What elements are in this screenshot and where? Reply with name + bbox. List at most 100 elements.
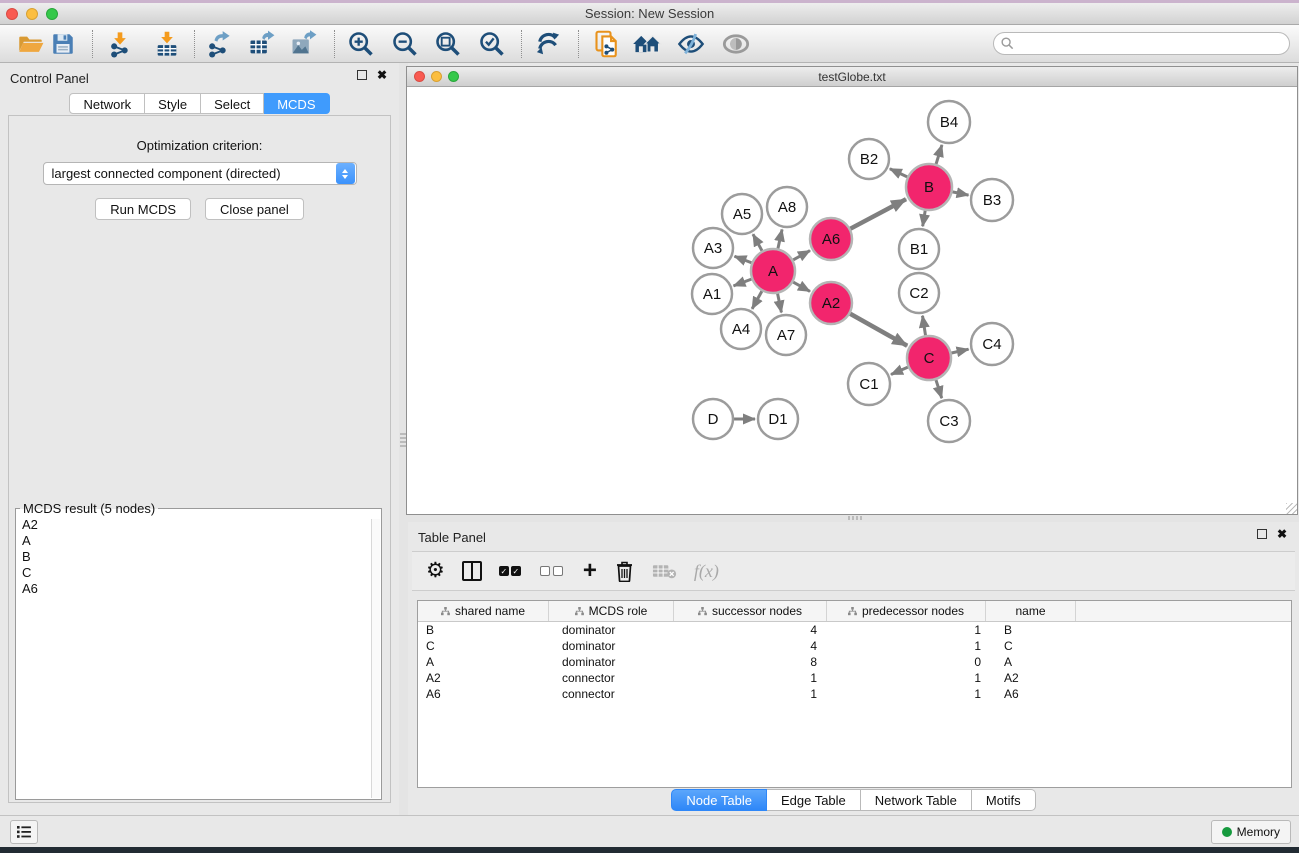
tab-network-table[interactable]: Network Table bbox=[861, 789, 972, 811]
tab-style[interactable]: Style bbox=[145, 93, 201, 114]
graph-edge-A-A8[interactable] bbox=[778, 229, 782, 248]
graph-edge-A-A4[interactable] bbox=[752, 291, 762, 309]
tab-select[interactable]: Select bbox=[201, 93, 264, 114]
result-scrollbar[interactable] bbox=[371, 519, 380, 798]
graph-edge-A-A7[interactable] bbox=[778, 294, 782, 313]
graph-edge-B-B4[interactable] bbox=[936, 145, 942, 164]
graph-edge-B-B2[interactable] bbox=[890, 169, 907, 177]
table-row[interactable]: A6connector11A6 bbox=[418, 686, 1291, 702]
hide-graphics-details-icon[interactable] bbox=[675, 28, 707, 60]
deselect-all-columns-icon[interactable] bbox=[540, 566, 566, 576]
zoom-fit-icon[interactable] bbox=[432, 28, 464, 60]
zoom-in-icon[interactable] bbox=[345, 28, 377, 60]
graph-node-C2[interactable]: C2 bbox=[899, 273, 939, 313]
minimize-network-button[interactable] bbox=[431, 71, 442, 82]
graph-node-A1[interactable]: A1 bbox=[692, 274, 732, 314]
float-panel-icon[interactable] bbox=[1257, 529, 1267, 539]
column-header-MCDS-role[interactable]: MCDS role bbox=[549, 601, 674, 621]
function-builder-icon[interactable]: f(x) bbox=[694, 561, 719, 582]
column-header-name[interactable]: name bbox=[986, 601, 1076, 621]
graph-node-A4[interactable]: A4 bbox=[721, 309, 761, 349]
graph-node-D1[interactable]: D1 bbox=[758, 399, 798, 439]
close-window-button[interactable] bbox=[6, 8, 18, 20]
graph-node-B[interactable]: B bbox=[906, 164, 952, 210]
table-row[interactable]: Adominator80A bbox=[418, 654, 1291, 670]
window-resize-grip[interactable] bbox=[1286, 503, 1297, 514]
graph-node-A7[interactable]: A7 bbox=[766, 315, 806, 355]
close-panel-icon[interactable]: ✖ bbox=[1277, 529, 1287, 539]
horizontal-splitter[interactable] bbox=[408, 515, 1299, 522]
table-row[interactable]: Bdominator41B bbox=[418, 622, 1291, 638]
graph-node-C1[interactable]: C1 bbox=[848, 363, 890, 405]
graph-edge-A-A6[interactable] bbox=[793, 251, 810, 260]
search-input[interactable] bbox=[1015, 35, 1289, 53]
tab-node-table[interactable]: Node Table bbox=[671, 789, 767, 811]
zoom-network-button[interactable] bbox=[448, 71, 459, 82]
graph-edge-B-B3[interactable] bbox=[953, 192, 969, 195]
minimize-window-button[interactable] bbox=[26, 8, 38, 20]
result-item[interactable]: C bbox=[22, 565, 381, 581]
graph-edge-A2-C[interactable] bbox=[850, 314, 907, 346]
tab-motifs[interactable]: Motifs bbox=[972, 789, 1036, 811]
memory-button[interactable]: Memory bbox=[1211, 820, 1291, 844]
close-network-button[interactable] bbox=[414, 71, 425, 82]
graph-node-B4[interactable]: B4 bbox=[928, 101, 970, 143]
graph-node-C4[interactable]: C4 bbox=[971, 323, 1013, 365]
result-item[interactable]: B bbox=[22, 549, 381, 565]
graph-edge-C-C1[interactable] bbox=[891, 367, 908, 374]
table-row[interactable]: Cdominator41C bbox=[418, 638, 1291, 654]
graph-node-A6[interactable]: A6 bbox=[810, 218, 852, 260]
graph-node-A3[interactable]: A3 bbox=[693, 228, 733, 268]
graph-node-A8[interactable]: A8 bbox=[767, 187, 807, 227]
graph-edge-A-A3[interactable] bbox=[734, 256, 751, 263]
save-session-icon[interactable] bbox=[47, 28, 79, 60]
mcds-result-list[interactable]: A2ABCA6 bbox=[16, 509, 381, 597]
graph-edge-B-B1[interactable] bbox=[923, 211, 926, 227]
select-all-columns-icon[interactable]: ✓✓ bbox=[499, 566, 523, 576]
table-settings-icon[interactable]: ⚙ bbox=[426, 561, 445, 581]
graph-node-A5[interactable]: A5 bbox=[722, 194, 762, 234]
graph-node-A[interactable]: A bbox=[751, 249, 795, 293]
zoom-selected-icon[interactable] bbox=[476, 28, 508, 60]
clipboard-network-icon[interactable] bbox=[591, 28, 623, 60]
graph-node-A2[interactable]: A2 bbox=[810, 282, 852, 324]
export-table-icon[interactable] bbox=[245, 28, 277, 60]
graph-node-B2[interactable]: B2 bbox=[849, 139, 889, 179]
graph-edge-C-C4[interactable] bbox=[951, 349, 968, 353]
column-header-successor-nodes[interactable]: successor nodes bbox=[674, 601, 827, 621]
graph-edge-A-A2[interactable] bbox=[793, 282, 810, 291]
graph-edge-C-C3[interactable] bbox=[936, 380, 942, 398]
refresh-icon[interactable] bbox=[532, 28, 564, 60]
result-item[interactable]: A6 bbox=[22, 581, 381, 597]
export-network-icon[interactable] bbox=[202, 28, 234, 60]
run-mcds-button[interactable]: Run MCDS bbox=[95, 198, 191, 220]
close-panel-icon[interactable]: ✖ bbox=[377, 70, 387, 80]
criterion-select[interactable]: largest connected component (directed) bbox=[43, 162, 357, 185]
network-graph[interactable]: AA1A2A3A4A5A6A7A8BB1B2B3B4CC1C2C3C4DD1 bbox=[407, 87, 1297, 514]
float-panel-icon[interactable] bbox=[357, 70, 367, 80]
zoom-window-button[interactable] bbox=[46, 8, 58, 20]
column-header-shared-name[interactable]: shared name bbox=[418, 601, 549, 621]
graph-node-C[interactable]: C bbox=[907, 336, 951, 380]
export-image-icon[interactable] bbox=[287, 28, 319, 60]
import-network-icon[interactable] bbox=[104, 28, 136, 60]
result-item[interactable]: A2 bbox=[22, 517, 381, 533]
table-row[interactable]: A2connector11A2 bbox=[418, 670, 1291, 686]
tab-network[interactable]: Network bbox=[69, 93, 145, 114]
graph-node-D[interactable]: D bbox=[693, 399, 733, 439]
open-file-icon[interactable] bbox=[14, 28, 46, 60]
import-table-icon[interactable] bbox=[151, 28, 183, 60]
graph-edge-A6-B[interactable] bbox=[850, 199, 906, 229]
column-header-predecessor-nodes[interactable]: predecessor nodes bbox=[827, 601, 986, 621]
close-panel-button[interactable]: Close panel bbox=[205, 198, 304, 220]
result-item[interactable]: A bbox=[22, 533, 381, 549]
graph-edge-A-A5[interactable] bbox=[753, 234, 762, 251]
graph-node-B3[interactable]: B3 bbox=[971, 179, 1013, 221]
home-icon[interactable] bbox=[631, 28, 663, 60]
tab-edge-table[interactable]: Edge Table bbox=[767, 789, 861, 811]
network-window-titlebar[interactable]: testGlobe.txt bbox=[407, 67, 1297, 87]
task-history-button[interactable] bbox=[10, 820, 38, 844]
add-column-icon[interactable]: + bbox=[583, 561, 597, 581]
tab-mcds[interactable]: MCDS bbox=[264, 93, 329, 114]
birdseye-view-icon[interactable] bbox=[720, 28, 752, 60]
